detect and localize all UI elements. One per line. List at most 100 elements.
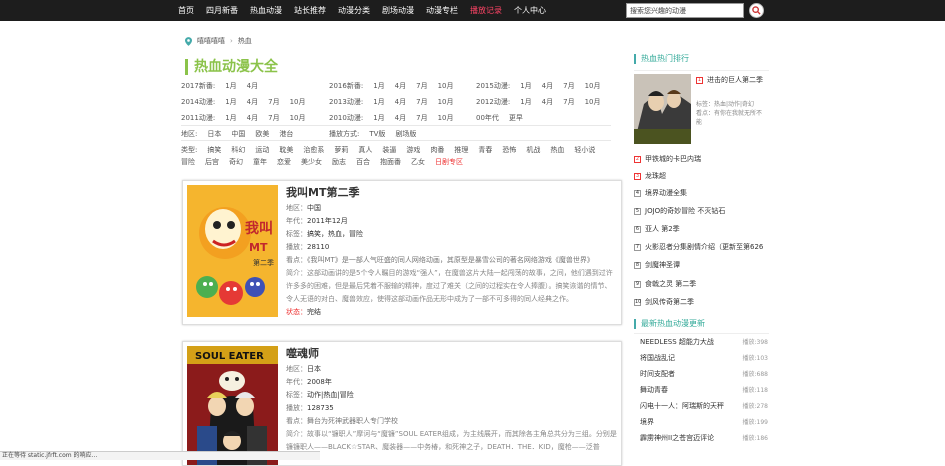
filter-option[interactable]: 1月 [520,81,531,91]
filter-option[interactable]: 4月 [395,81,406,91]
filter-option[interactable]: 4月 [542,97,553,107]
filter-option[interactable]: 港台 [279,129,293,139]
update-item[interactable]: 闪电十一人：阿瑞斯的天秤 播放:278 [640,401,768,411]
divider [634,333,769,334]
filter-option[interactable]: 10月 [585,81,601,91]
filter-option[interactable]: 10月 [438,81,454,91]
filter-option[interactable]: 萝莉 [334,145,348,155]
rank-item[interactable]: 3 龙珠超 [634,171,666,181]
filter-option[interactable]: 1月 [225,81,236,91]
filter-option[interactable]: 恋爱 [277,157,291,167]
filter-option[interactable]: 4月 [247,81,258,91]
card-title[interactable]: 我叫MT第二季 [286,186,618,199]
filter-option[interactable]: 10月 [290,97,306,107]
card-title[interactable]: 噬魂师 [286,347,618,360]
filter-option[interactable]: 更早 [509,113,523,123]
rank-item[interactable]: 5 JOJO的奇妙冒险 不灭钻石 [634,206,725,216]
filter-option[interactable]: 欧美 [255,129,269,139]
filter-option[interactable]: 抱面番 [380,157,401,167]
filter-option[interactable]: 10月 [290,113,306,123]
filter-option[interactable]: 7月 [563,81,574,91]
filter-option[interactable]: 耽美 [279,145,293,155]
filter-option[interactable]: 机战 [526,145,540,155]
filter-option[interactable]: 1月 [225,97,236,107]
filter-option[interactable]: 后宫 [205,157,219,167]
filter-option[interactable]: 1月 [373,113,384,123]
filter-option[interactable]: 10月 [438,113,454,123]
update-item[interactable]: 境界 播放:199 [640,417,768,427]
rank-item[interactable]: 7 火影忍者分集剧情介绍（更新至第626 [634,242,763,252]
filter-option[interactable]: 运动 [255,145,269,155]
filter-option[interactable]: 真人 [358,145,372,155]
filter-option[interactable]: 4月 [395,97,406,107]
filter-option[interactable]: 1月 [225,113,236,123]
filter-option[interactable]: 4月 [247,113,258,123]
filter-option[interactable]: 剧场版 [395,129,416,139]
filter-option[interactable]: 7月 [416,113,427,123]
filter-option[interactable]: 7月 [268,113,279,123]
breadcrumb-home[interactable]: 嘻嘻嘻嘻 [197,36,225,46]
filter-option[interactable]: TV版 [369,129,385,139]
filter-option[interactable]: 4月 [395,113,406,123]
nav-recommend[interactable]: 站长推荐 [288,0,332,21]
filter-option-highlight[interactable]: 日剧专区 [435,157,463,167]
rank-item[interactable]: 2 甲铁城的卡巴内瑞 [634,154,701,164]
rank-item[interactable]: 9 食戟之灵 第二季 [634,279,696,289]
filter-option[interactable]: 游戏 [406,145,420,155]
update-item[interactable]: 霹雳神州II之苍宫迈评论 播放:186 [640,433,768,443]
nav-category[interactable]: 动漫分类 [332,0,376,21]
update-item[interactable]: 时间支配者 播放:688 [640,369,768,379]
filter-option[interactable]: 10月 [438,97,454,107]
rank-item[interactable]: 10 剑风传奇第二季 [634,297,694,307]
update-name: 舞动青春 [640,386,668,394]
search-input[interactable] [626,3,744,18]
filter-option[interactable]: 装逼 [382,145,396,155]
filter-option[interactable]: 7月 [416,81,427,91]
nav-theater[interactable]: 剧场动漫 [376,0,420,21]
nav-hot-blood[interactable]: 热血动漫 [244,0,288,21]
filter-option[interactable]: 1月 [520,97,531,107]
filter-option[interactable]: 7月 [563,97,574,107]
filter-option[interactable]: 日本 [207,129,221,139]
filter-option[interactable]: 恐怖 [502,145,516,155]
filter-option[interactable]: 4月 [542,81,553,91]
filter-option[interactable]: 1月 [373,81,384,91]
filter-option[interactable]: 童年 [253,157,267,167]
nav-home[interactable]: 首页 [172,0,200,21]
filter-option[interactable]: 科幻 [231,145,245,155]
filter-option[interactable]: 7月 [268,97,279,107]
rank-item[interactable]: 8 剑魔神圣谭 [634,260,680,270]
filter-option[interactable]: 4月 [247,97,258,107]
nav-column[interactable]: 动漫专栏 [420,0,464,21]
filter-option[interactable]: 10月 [585,97,601,107]
filter-option[interactable]: 美少女 [301,157,322,167]
update-item[interactable]: 舞动青春 播放:118 [640,385,768,395]
rank-item[interactable]: 6 亚人 第2季 [634,224,680,234]
filter-option[interactable]: 热血 [550,145,564,155]
filter-option[interactable]: 青春 [478,145,492,155]
filter-option[interactable]: 肉番 [430,145,444,155]
filter-option[interactable]: 轻小说 [574,145,595,155]
nav-history[interactable]: 播放记录 [464,0,508,21]
filter-option[interactable]: 搞笑 [207,145,221,155]
filter-option[interactable]: 推理 [454,145,468,155]
filter-option[interactable]: 乙女 [411,157,425,167]
filter-option[interactable]: 奇幻 [229,157,243,167]
filter-option[interactable]: 中国 [231,129,245,139]
poster-image[interactable]: SOUL EATER [187,346,278,465]
search-button[interactable] [749,3,764,18]
filter-option[interactable]: 7月 [416,97,427,107]
rank-item-1[interactable]: 1 进击的巨人第二季 [696,75,763,85]
rank-item[interactable]: 4 境界动漫全集 [634,188,687,198]
nav-april-new[interactable]: 四月新番 [200,0,244,21]
nav-user-center[interactable]: 个人中心 [508,0,552,21]
top-rank-poster[interactable] [634,74,691,144]
filter-option[interactable]: 冒险 [181,157,195,167]
filter-option[interactable]: 治愈系 [303,145,324,155]
filter-option[interactable]: 励志 [332,157,346,167]
poster-image[interactable]: 我叫 MT 第二季 [187,185,278,317]
filter-option[interactable]: 百合 [356,157,370,167]
update-item[interactable]: 将国战乱记 播放:103 [640,353,768,363]
filter-option[interactable]: 1月 [373,97,384,107]
update-item[interactable]: NEEDLESS 超能力大战 播放:398 [640,337,768,347]
